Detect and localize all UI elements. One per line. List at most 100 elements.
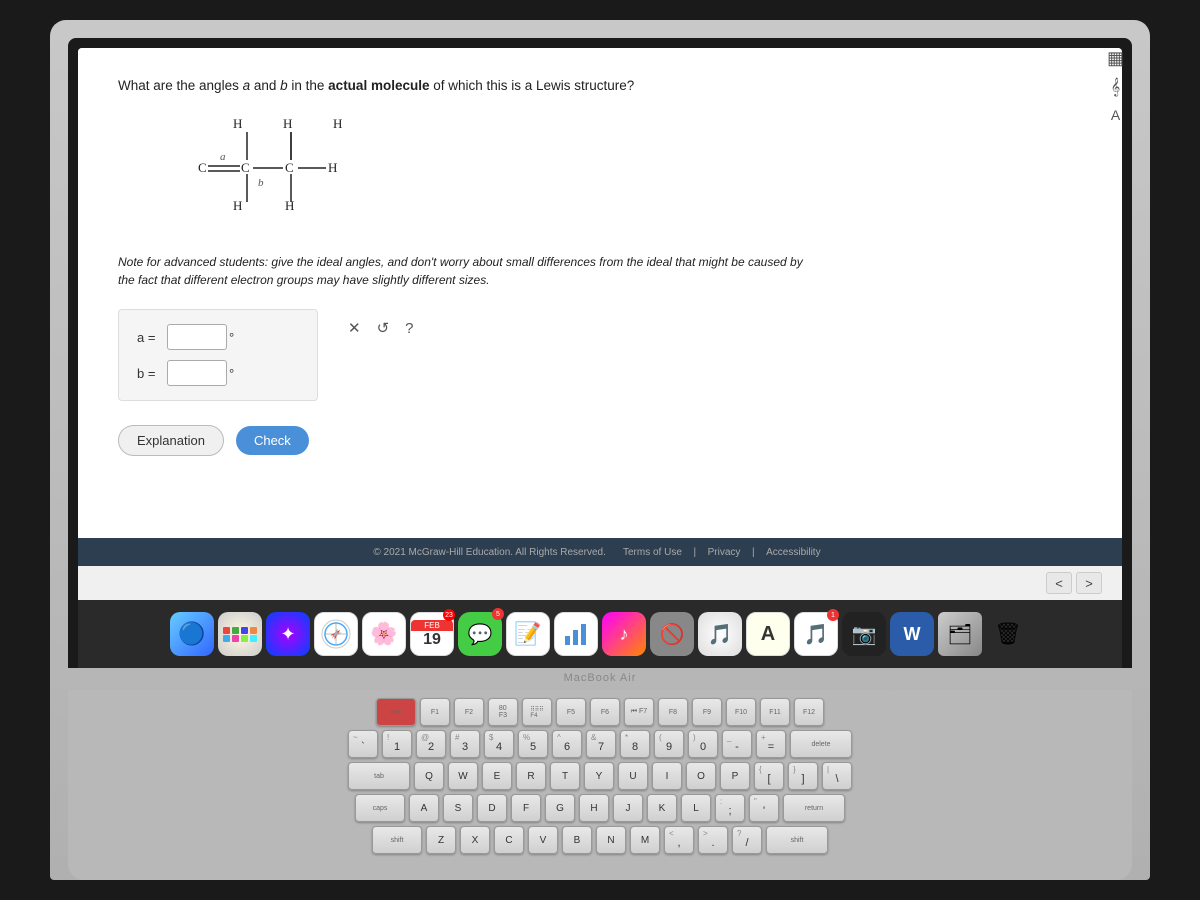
key-9[interactable]: (9 — [654, 730, 684, 758]
key-q[interactable]: Q — [414, 762, 444, 790]
key-f4[interactable]: ⠿⠿⠿F4 — [522, 698, 552, 726]
key-f5[interactable]: F5 — [556, 698, 586, 726]
dock-do-not-disturb[interactable]: 🚫 — [650, 612, 694, 656]
key-esc[interactable]: esc — [376, 698, 416, 726]
key-rbracket[interactable]: }] — [788, 762, 818, 790]
key-8[interactable]: *8 — [620, 730, 650, 758]
key-r[interactable]: R — [516, 762, 546, 790]
key-l[interactable]: L — [681, 794, 711, 822]
key-y[interactable]: Y — [584, 762, 614, 790]
key-a[interactable]: A — [409, 794, 439, 822]
dock-trash[interactable]: 🗑 — [986, 612, 1030, 656]
dock-calendar[interactable]: FEB 19 23 — [410, 612, 454, 656]
key-quote[interactable]: "' — [749, 794, 779, 822]
key-shift-left[interactable]: shift — [372, 826, 422, 854]
key-s[interactable]: S — [443, 794, 473, 822]
dock-messages-badge: 5 — [492, 608, 504, 620]
clear-icon[interactable]: ✕ — [348, 319, 361, 337]
key-capslock[interactable]: caps — [355, 794, 405, 822]
key-equals[interactable]: += — [756, 730, 786, 758]
key-d[interactable]: D — [477, 794, 507, 822]
key-comma[interactable]: <, — [664, 826, 694, 854]
key-c[interactable]: C — [494, 826, 524, 854]
dock-launchpad[interactable] — [218, 612, 262, 656]
dock-music-app[interactable]: ♪ — [602, 612, 646, 656]
key-7[interactable]: &7 — [586, 730, 616, 758]
key-g[interactable]: G — [545, 794, 575, 822]
dock-camera[interactable]: 📷 — [842, 612, 886, 656]
key-period[interactable]: >. — [698, 826, 728, 854]
key-x[interactable]: X — [460, 826, 490, 854]
dock-itunes[interactable]: 🎵 — [698, 612, 742, 656]
key-b[interactable]: B — [562, 826, 592, 854]
key-f9[interactable]: F9 — [692, 698, 722, 726]
dock-notes-icon[interactable]: A — [746, 612, 790, 656]
key-z[interactable]: Z — [426, 826, 456, 854]
dock-word[interactable]: W — [890, 612, 934, 656]
dock-reminders[interactable]: 📝 — [506, 612, 550, 656]
key-f6[interactable]: F6 — [590, 698, 620, 726]
key-t[interactable]: T — [550, 762, 580, 790]
dock-messages[interactable]: 💬 5 — [458, 612, 502, 656]
key-f2[interactable]: F2 — [454, 698, 484, 726]
dock-finder[interactable]: 🔵 — [170, 612, 214, 656]
key-5[interactable]: %5 — [518, 730, 548, 758]
refresh-icon[interactable]: ↺ — [377, 319, 390, 337]
dock-safari[interactable] — [314, 612, 358, 656]
key-1[interactable]: !1 — [382, 730, 412, 758]
key-0[interactable]: )0 — [688, 730, 718, 758]
key-i[interactable]: I — [652, 762, 682, 790]
dock-charts[interactable] — [554, 612, 598, 656]
key-p[interactable]: P — [720, 762, 750, 790]
key-o[interactable]: O — [686, 762, 716, 790]
key-lbracket[interactable]: {[ — [754, 762, 784, 790]
key-tilde[interactable]: ~` — [348, 730, 378, 758]
key-f12[interactable]: F12 — [794, 698, 824, 726]
speaker-icon[interactable]: 𝄞 — [1111, 79, 1120, 97]
key-delete[interactable]: delete — [790, 730, 852, 758]
key-minus[interactable]: _- — [722, 730, 752, 758]
key-j[interactable]: J — [613, 794, 643, 822]
key-f11[interactable]: F11 — [760, 698, 790, 726]
key-w[interactable]: W — [448, 762, 478, 790]
dock-clock[interactable]: 🎵 1 — [794, 612, 838, 656]
input-b[interactable] — [167, 360, 227, 386]
key-4[interactable]: $4 — [484, 730, 514, 758]
key-6[interactable]: ^6 — [552, 730, 582, 758]
key-slash[interactable]: ?/ — [732, 826, 762, 854]
nav-forward-button[interactable]: > — [1076, 572, 1102, 594]
explanation-button[interactable]: Explanation — [118, 425, 224, 456]
key-m[interactable]: M — [630, 826, 660, 854]
key-h[interactable]: H — [579, 794, 609, 822]
key-return[interactable]: return — [783, 794, 845, 822]
key-v[interactable]: V — [528, 826, 558, 854]
dock-siri[interactable]: ✦ — [266, 612, 310, 656]
book-icon[interactable]: A — [1111, 107, 1120, 123]
input-a[interactable] — [167, 324, 227, 350]
key-f[interactable]: F — [511, 794, 541, 822]
help-icon[interactable]: ? — [405, 320, 413, 337]
key-tab[interactable]: tab — [348, 762, 410, 790]
privacy-link[interactable]: Privacy — [708, 547, 741, 558]
key-semicolon[interactable]: :; — [715, 794, 745, 822]
nav-back-button[interactable]: < — [1046, 572, 1072, 594]
key-f7[interactable]: ⏮ F7 — [624, 698, 654, 726]
terms-link[interactable]: Terms of Use — [623, 547, 682, 558]
key-backslash[interactable]: |\ — [822, 762, 852, 790]
key-f8[interactable]: F8 — [658, 698, 688, 726]
grid-icon[interactable]: ▦ — [1107, 48, 1122, 69]
check-button[interactable]: Check — [236, 426, 309, 455]
key-3[interactable]: #3 — [450, 730, 480, 758]
accessibility-link[interactable]: Accessibility — [766, 547, 820, 558]
key-n[interactable]: N — [596, 826, 626, 854]
key-f10[interactable]: F10 — [726, 698, 756, 726]
dock-photos-app[interactable]: 🌸 — [362, 612, 406, 656]
key-2[interactable]: @2 — [416, 730, 446, 758]
key-f1[interactable]: F1 — [420, 698, 450, 726]
dock-finder2[interactable]: 🗂 — [938, 612, 982, 656]
key-e[interactable]: E — [482, 762, 512, 790]
key-k[interactable]: K — [647, 794, 677, 822]
key-f3[interactable]: 80F3 — [488, 698, 518, 726]
key-shift-right[interactable]: shift — [766, 826, 828, 854]
key-u[interactable]: U — [618, 762, 648, 790]
